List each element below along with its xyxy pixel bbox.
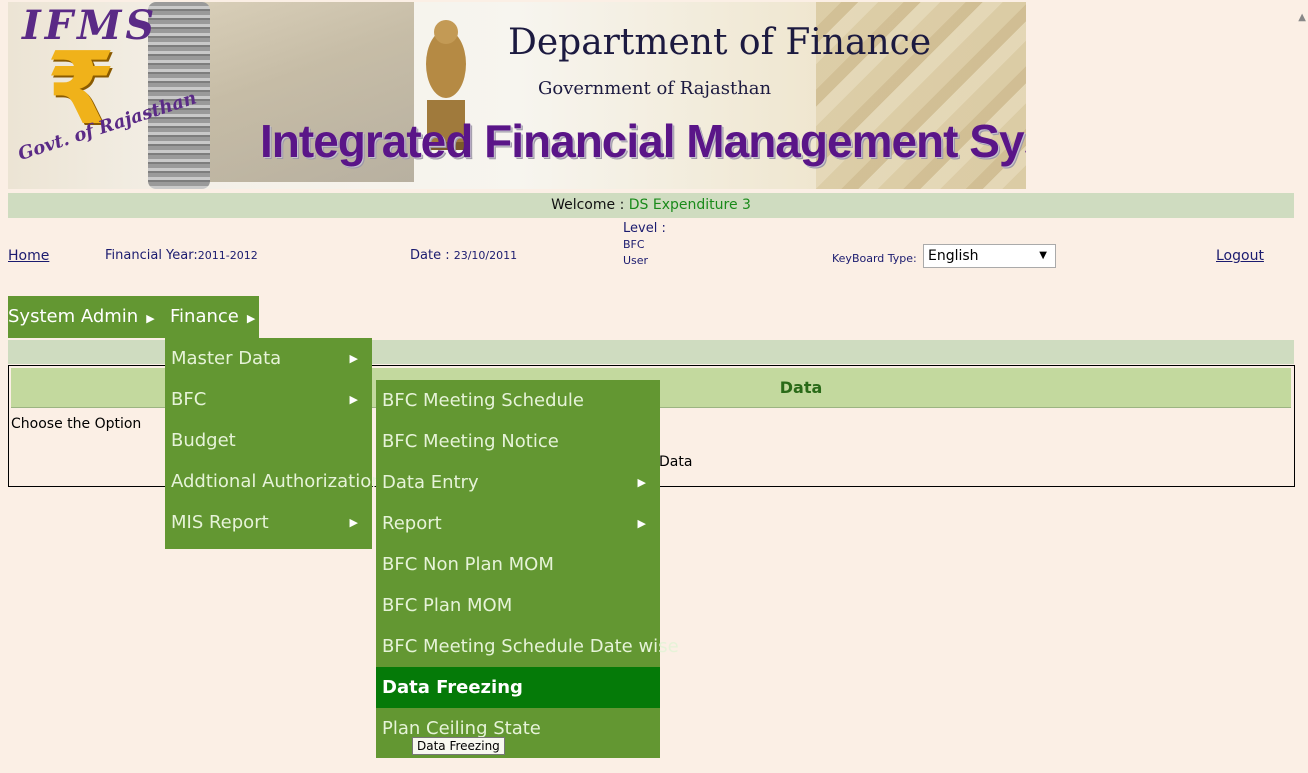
chevron-right-icon: ▶ — [349, 516, 358, 529]
submenu-item-bfc-plan-mom[interactable]: BFC Plan MOM — [376, 585, 660, 626]
submenu-item-data-entry[interactable]: Data Entry ▶ — [376, 462, 660, 503]
bfc-submenu: BFC Meeting Schedule BFC Meeting Notice … — [376, 380, 679, 758]
finance-submenu: Master Data ▶ BFC ▶ Budget Addtional Aut… — [165, 338, 383, 549]
panel-header-text: Data — [779, 378, 823, 397]
financial-year: Financial Year:2011-2012 — [105, 248, 258, 263]
chevron-down-icon: ▼ — [1039, 250, 1047, 261]
fy-label: Financial Year: — [105, 248, 198, 263]
submenu-item-label: Report — [382, 513, 442, 534]
submenu-item-label: BFC Plan MOM — [382, 595, 513, 616]
fy-value: 2011-2012 — [197, 249, 258, 262]
submenu-item-label: BFC Meeting Schedule Date wise — [382, 636, 679, 657]
welcome-bar: Welcome : DS Expenditure 3 — [8, 193, 1294, 218]
welcome-label: Welcome : — [551, 197, 629, 213]
keyboard-type-label: KeyBoard Type: — [832, 252, 917, 265]
submenu-item-label: MIS Report — [171, 512, 269, 533]
submenu-item-additional-authorization[interactable]: Addtional Authorization — [165, 461, 383, 502]
level-value-user: User — [623, 254, 649, 267]
submenu-item-label: BFC Meeting Schedule — [382, 390, 584, 411]
chevron-right-icon: ▶ — [146, 312, 155, 325]
level-value-bfc: BFC — [623, 238, 645, 251]
tooltip: Data Freezing — [412, 737, 505, 755]
department-title: Department of Finance — [508, 22, 932, 63]
menu-system-admin[interactable]: System Admin ▶ — [8, 296, 164, 338]
government-title: Government of Rajasthan — [538, 78, 772, 99]
submenu-item-label: BFC Meeting Notice — [382, 431, 559, 452]
submenu-item-bfc-meeting-schedule-date-wise[interactable]: BFC Meeting Schedule Date wise — [376, 626, 679, 667]
menu-system-admin-label: System Admin — [8, 306, 139, 327]
submenu-item-label: BFC Non Plan MOM — [382, 554, 554, 575]
submenu-item-bfc[interactable]: BFC ▶ — [165, 379, 372, 420]
submenu-item-report[interactable]: Report ▶ — [376, 503, 660, 544]
date-label: Date : — [410, 248, 454, 263]
submenu-item-label: BFC — [171, 389, 207, 410]
menu-finance[interactable]: Finance ▶ — [164, 296, 259, 338]
keyboard-type-select[interactable]: English ▼ — [923, 244, 1056, 268]
date-value: 23/10/2011 — [453, 249, 518, 262]
chevron-right-icon: ▶ — [349, 393, 358, 406]
submenu-item-budget[interactable]: Budget — [165, 420, 372, 461]
home-link[interactable]: Home — [8, 248, 49, 264]
menu-finance-label: Finance — [170, 306, 239, 327]
scroll-up-icon[interactable]: ▲ — [1298, 12, 1306, 23]
submenu-item-data-freezing[interactable]: Data Freezing — [376, 667, 660, 708]
submenu-item-label: Data Freezing — [382, 677, 523, 698]
level-block: Level : BFC User — [623, 221, 666, 269]
submenu-item-mis-report[interactable]: MIS Report ▶ — [165, 502, 372, 543]
submenu-item-bfc-meeting-notice[interactable]: BFC Meeting Notice — [376, 421, 660, 462]
chevron-right-icon: ▶ — [637, 476, 646, 489]
submenu-item-bfc-non-plan-mom[interactable]: BFC Non Plan MOM — [376, 544, 660, 585]
welcome-user: DS Expenditure 3 — [628, 197, 751, 213]
date: Date : 23/10/2011 — [410, 248, 517, 263]
keyboard-type-value: English — [928, 248, 979, 264]
data-option-text: Data — [659, 454, 693, 470]
choose-option-label: Choose the Option — [11, 416, 142, 432]
submenu-item-bfc-meeting-schedule[interactable]: BFC Meeting Schedule — [376, 380, 660, 421]
chevron-right-icon: ▶ — [246, 312, 256, 325]
submenu-item-master-data[interactable]: Master Data ▶ — [165, 338, 372, 379]
chevron-right-icon: ▶ — [637, 517, 646, 530]
level-label: Level : — [623, 221, 666, 236]
submenu-item-label: Master Data — [171, 348, 282, 369]
system-title: Integrated Financial Management System — [260, 115, 1026, 167]
logout-link[interactable]: Logout — [1216, 248, 1264, 264]
submenu-item-label: Plan Ceiling State — [382, 718, 541, 739]
chevron-right-icon: ▶ — [349, 352, 358, 365]
submenu-item-label: Data Entry — [382, 472, 479, 493]
ifms-banner: IFMS ₹ Govt. of Rajasthan Department of … — [8, 2, 1026, 189]
submenu-item-label: Addtional Authorization — [171, 471, 383, 492]
submenu-item-label: Budget — [171, 430, 236, 451]
